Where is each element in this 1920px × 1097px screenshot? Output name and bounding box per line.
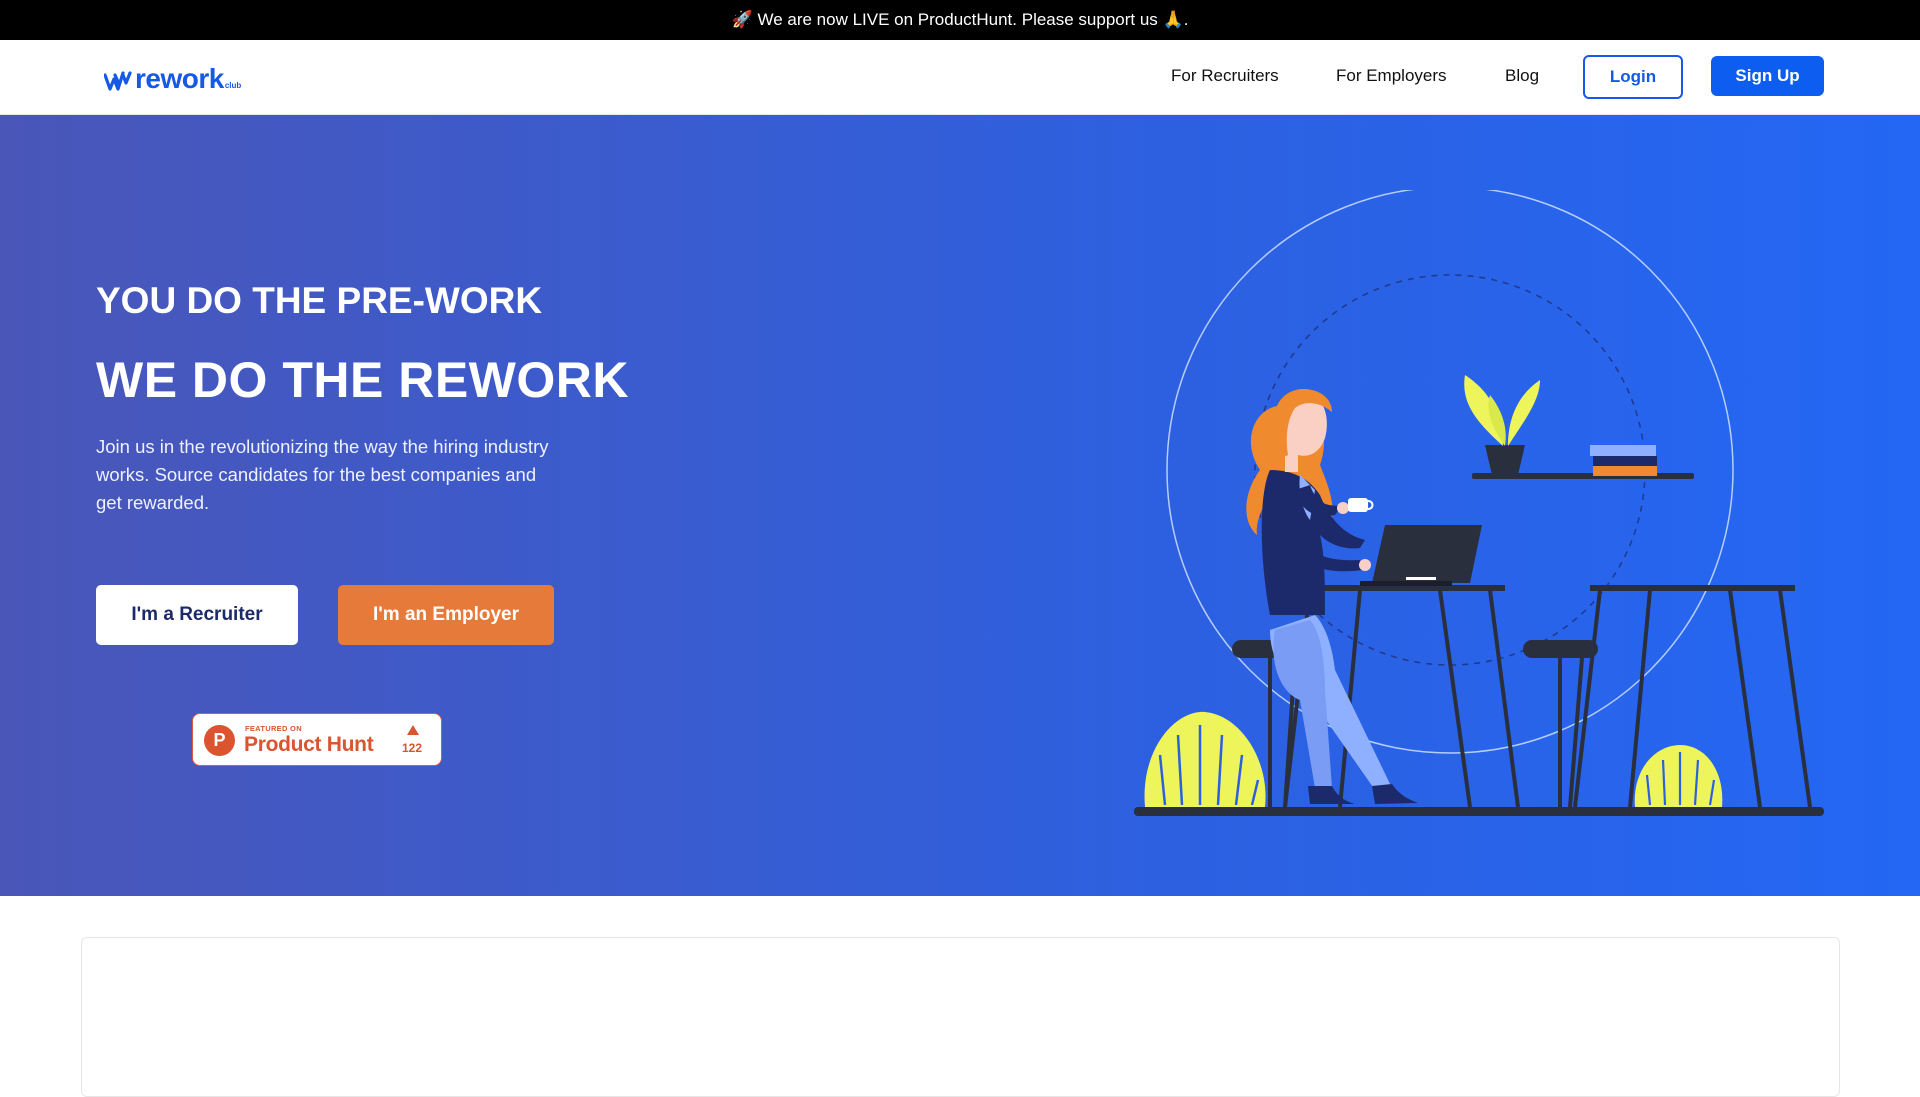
- hero-section: YOU DO THE PRE-WORK WE DO THE REWORK Joi…: [0, 115, 1920, 896]
- nav-link-for-employers[interactable]: For Employers: [1336, 66, 1447, 86]
- nav-link-for-recruiters[interactable]: For Recruiters: [1171, 66, 1279, 86]
- product-hunt-logo-icon: P: [204, 725, 235, 756]
- product-hunt-upvote-count: 122: [402, 741, 423, 755]
- product-hunt-featured-label: FEATURED ON: [245, 724, 302, 733]
- login-button[interactable]: Login: [1583, 55, 1683, 99]
- signup-button[interactable]: Sign Up: [1711, 56, 1824, 96]
- product-hunt-name: Product Hunt: [244, 733, 374, 756]
- logo[interactable]: rework club: [104, 60, 241, 94]
- announcement-bar[interactable]: 🚀 We are now LIVE on ProductHunt. Please…: [0, 0, 1920, 40]
- recruiter-button[interactable]: I'm a Recruiter: [96, 585, 298, 645]
- logo-text: rework: [135, 63, 224, 94]
- announcement-text[interactable]: 🚀 We are now LIVE on ProductHunt. Please…: [732, 10, 1189, 30]
- employer-button[interactable]: I'm an Employer: [338, 585, 554, 645]
- product-hunt-badge[interactable]: P FEATURED ON Product Hunt 122: [192, 713, 442, 766]
- logo-subtext: club: [224, 81, 242, 90]
- content-card: [81, 937, 1840, 1097]
- logo-mark-icon: [104, 71, 132, 91]
- nav-link-blog[interactable]: Blog: [1505, 66, 1539, 86]
- navbar: rework club For Recruiters For Employers…: [0, 40, 1920, 115]
- upvote-arrow-icon: [407, 725, 419, 735]
- woman-at-desk-illustration: [1134, 190, 1824, 816]
- hero-title: WE DO THE REWORK: [96, 352, 629, 408]
- hero-kicker: YOU DO THE PRE-WORK: [96, 280, 543, 321]
- hero-description: Join us in the revolutionizing the way t…: [96, 436, 549, 513]
